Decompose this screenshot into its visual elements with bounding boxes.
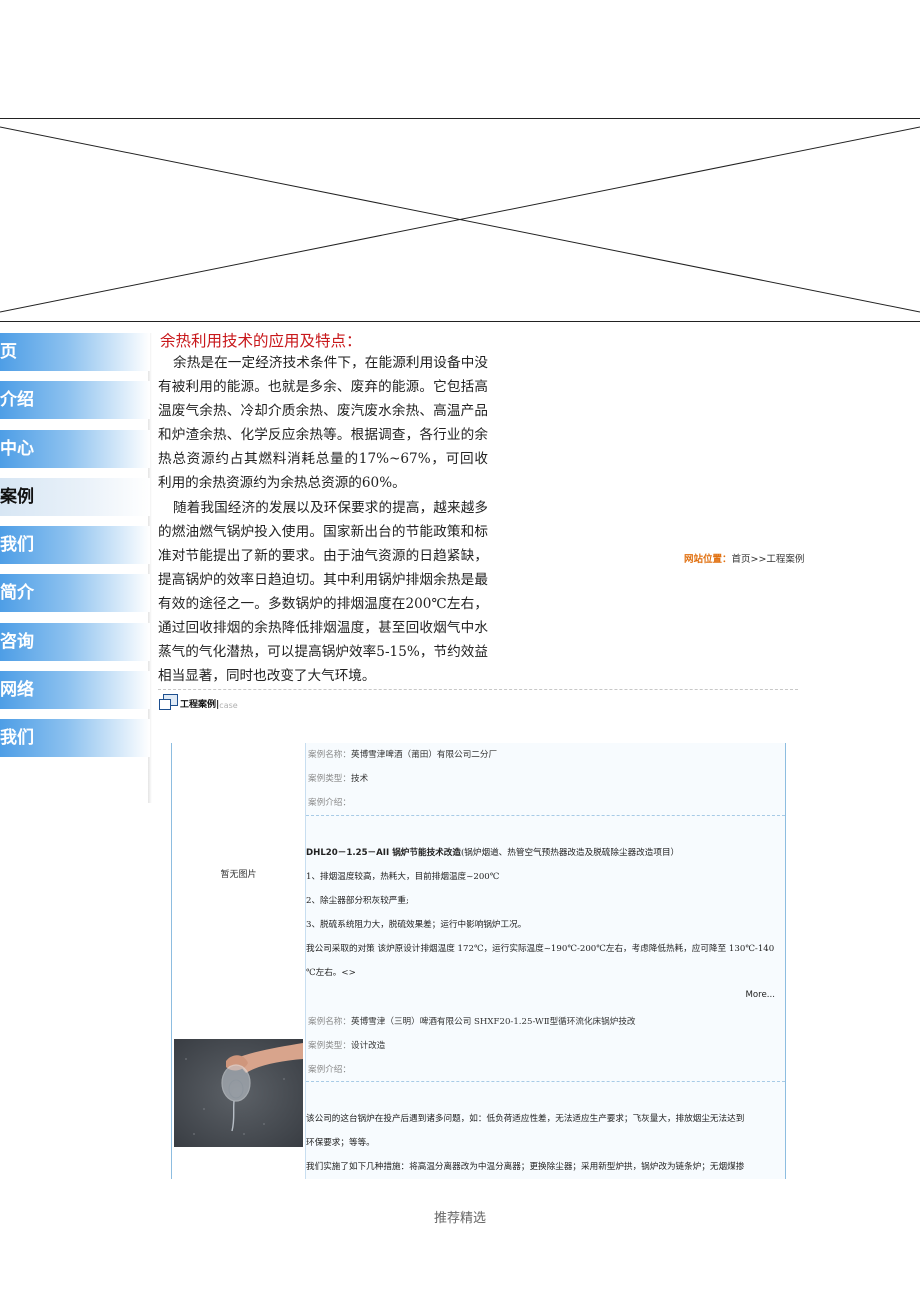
case-name-row: 案例名称：英博雪津（三明）啤酒有限公司 SHXF20-1.25-WⅡ型循环流化床…: [308, 1015, 783, 1027]
case-intro-label: 案例介绍：: [308, 1065, 351, 1075]
banner-image-placeholder: [0, 118, 920, 322]
broken-image-icon: [0, 118, 920, 322]
nav-item-profile[interactable]: 简介: [0, 574, 150, 612]
nav-item-home[interactable]: 页: [0, 333, 150, 371]
nav-item-about[interactable]: 介绍: [0, 381, 150, 419]
no-image-text: 暂无图片: [220, 870, 257, 880]
case-type-row: 案例类型：技术: [308, 772, 783, 784]
divider: [158, 689, 798, 690]
case-intro-text: 3、脱硫系统阻力大，脱硫效果差；运行中影响锅炉工况。: [306, 920, 527, 930]
case-list: 暂无图片 案例名称：英博雪津啤酒（莆田）有限公司二分厂 案例类型：技术 案例介绍…: [171, 743, 786, 1179]
case-intro-text: 环保要求；等等。: [306, 1138, 375, 1148]
case-name-label: 案例名称：: [308, 750, 351, 760]
case-intro-text: 我公司采取的对策 该炉原设计排烟温度 172℃，运行实际温度~190℃-200℃…: [306, 944, 775, 954]
case-headline: DHL20－1.25－AII 锅炉节能技术改造: [306, 848, 461, 858]
case-intro-text: ℃左右。<>: [306, 968, 356, 978]
case-intro-row: 案例介绍：: [308, 796, 783, 808]
nav-item-us[interactable]: 我们: [0, 526, 150, 564]
article-paragraph: 余热是在一定经济技术条件下，在能源利用设备中没有被利用的能源。也就是多余、废弃的…: [158, 355, 488, 492]
case-type-value: 技术: [350, 774, 369, 784]
water-pour-photo: [174, 1039, 303, 1147]
nav-item-center[interactable]: 中心: [0, 430, 150, 468]
case-intro-text: 我们实施了如下几种措施：将高温分离器改为中温分离器；更换除尘器；采用新型炉拱，锅…: [306, 1162, 745, 1172]
case-type-label: 案例类型：: [308, 1041, 351, 1051]
case-photo[interactable]: [174, 1039, 303, 1147]
nav-item-inquiry[interactable]: 咨询: [0, 623, 150, 661]
more-link[interactable]: More...: [746, 990, 776, 1000]
divider: [306, 815, 785, 816]
case-intro-text: 2、除尘器部分积灰较严重;: [306, 896, 409, 906]
case-intro-text: DHL20－1.25－AII 锅炉节能技术改造(锅炉烟道、热管空气预热器改造及脱…: [306, 846, 784, 858]
case-headline-rest: (锅炉烟道、热管空气预热器改造及脱硫除尘器改造项目）: [460, 848, 680, 858]
article: 余热利用技术的应用及特点： 余热是在一定经济技术条件下，在能源利用设备中没有被利…: [158, 331, 488, 688]
case-type-value: 设计改造: [350, 1041, 386, 1051]
article-title: 余热利用技术的应用及特点：: [160, 332, 362, 350]
case-intro-row: 案例介绍：: [308, 1063, 783, 1075]
breadcrumb: 网站位置：首页>>工程案例: [684, 551, 804, 565]
section-subtitle: case: [219, 701, 238, 710]
case-intro-text: 1、排烟温度较高，热耗大，目前排烟温度~200℃: [306, 872, 500, 882]
section-title: 工程案例|: [180, 700, 220, 710]
case-type-label: 案例类型：: [308, 774, 351, 784]
breadcrumb-label: 网站位置：: [684, 554, 732, 565]
article-paragraph: 随着我国经济的发展以及环保要求的提高，越来越多的燃油燃气锅炉投入使用。国家新出台…: [158, 499, 488, 685]
footer-text: 推荐精选: [433, 1211, 486, 1226]
nav-item-network[interactable]: 网络: [0, 671, 150, 709]
case-name-value[interactable]: 英博雪津（三明）啤酒有限公司 SHXF20-1.25-WⅡ型循环流化床锅炉技改: [351, 1017, 636, 1027]
case-name-label: 案例名称：: [308, 1017, 351, 1027]
nav-item-contact[interactable]: 我们: [0, 719, 150, 757]
divider: [306, 1081, 785, 1082]
case-name-row: 案例名称：英博雪津啤酒（莆田）有限公司二分厂: [308, 748, 783, 760]
case-intro-text: 该公司的这台锅炉在投产后遇到诸多问题，如：低负荷适应性差，无法适应生产要求；飞灰…: [306, 1114, 745, 1124]
case-type-row: 案例类型：设计改造: [308, 1039, 783, 1051]
case-details: 案例名称：英博雪津啤酒（莆田）有限公司二分厂 案例类型：技术 案例介绍： DHL…: [305, 743, 785, 1179]
case-intro-label: 案例介绍：: [308, 798, 351, 808]
breadcrumb-path[interactable]: 首页>>工程案例: [732, 554, 805, 565]
case-name-value[interactable]: 英博雪津啤酒（莆田）有限公司二分厂: [351, 750, 497, 760]
case-thumbnails: 暂无图片: [172, 743, 305, 1179]
nav-item-cases[interactable]: 案例: [0, 478, 150, 516]
window-icon: [159, 694, 178, 710]
section-header: 工程案例| case: [159, 694, 238, 710]
